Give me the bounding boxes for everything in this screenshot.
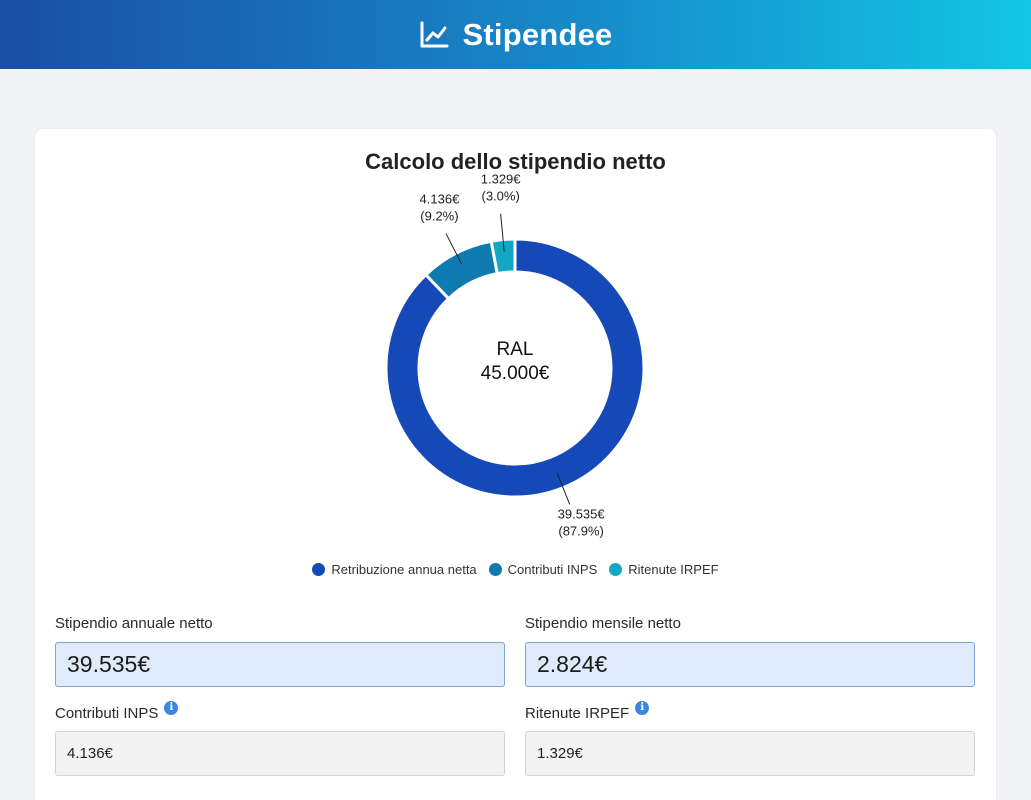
- legend-swatch: [488, 563, 502, 576]
- annual-net-field[interactable]: 39.535€: [55, 642, 505, 687]
- legend-swatch: [609, 563, 623, 576]
- legend-label: Contributi INPS: [507, 562, 598, 577]
- monthly-net-label-text: Stipendio mensile netto: [525, 615, 681, 632]
- legend-label: Ritenute IRPEF: [628, 562, 719, 577]
- annual-net-label: Stipendio annuale netto: [55, 615, 213, 632]
- monthly-net-label: Stipendio mensile netto: [525, 615, 681, 632]
- slice-value-label: 4.136€: [420, 192, 461, 207]
- brand[interactable]: Stipendee: [419, 17, 613, 53]
- app-title: Stipendee: [462, 16, 613, 52]
- center-label: RAL: [497, 339, 534, 360]
- slice-percent-label: (87.9%): [558, 523, 604, 538]
- donut-chart: 39.535€ (87.9%) 4.136€ (9.2%) 1.329€ (3.0%) RA…: [35, 129, 996, 589]
- inps-label: Contributi INPS i: [55, 700, 179, 722]
- info-icon[interactable]: i: [635, 700, 650, 715]
- line-chart-icon: [420, 21, 449, 47]
- donut-chart-svg: 39.535€ (87.9%) 4.136€ (9.2%) 1.329€ (3.0%) RA…: [384, 172, 646, 538]
- center-value: 45.000€: [481, 363, 550, 384]
- legend-item[interactable]: Contributi INPS: [488, 562, 598, 577]
- legend-swatch: [312, 563, 326, 576]
- slice-percent-label: (3.0%): [481, 189, 519, 204]
- legend-item[interactable]: Retribuzione annua netta: [312, 562, 477, 577]
- slice-value-label: 39.535€: [558, 506, 606, 521]
- legend-item[interactable]: Ritenute IRPEF: [609, 562, 719, 577]
- info-icon[interactable]: i: [164, 700, 179, 715]
- annual-net-label-text: Stipendio annuale netto: [55, 615, 213, 632]
- inps-field[interactable]: 4.136€: [55, 731, 505, 776]
- slice-percent-label: (9.2%): [420, 209, 458, 224]
- monthly-net-field[interactable]: 2.824€: [525, 642, 975, 687]
- irpef-label-text: Ritenute IRPEF: [525, 705, 630, 722]
- irpef-field[interactable]: 1.329€: [525, 731, 975, 776]
- legend-label: Retribuzione annua netta: [331, 562, 477, 577]
- irpef-label: Ritenute IRPEF i: [525, 700, 650, 722]
- inps-label-text: Contributi INPS: [55, 705, 159, 722]
- slice-value-label: 1.329€: [481, 172, 522, 187]
- app-header: Stipendee: [0, 0, 1031, 69]
- chart-legend: Retribuzione annua netta Contributi INPS R…: [35, 562, 996, 577]
- salary-card: Calcolo dello stipendio netto 39.535€ (87…: [35, 129, 996, 800]
